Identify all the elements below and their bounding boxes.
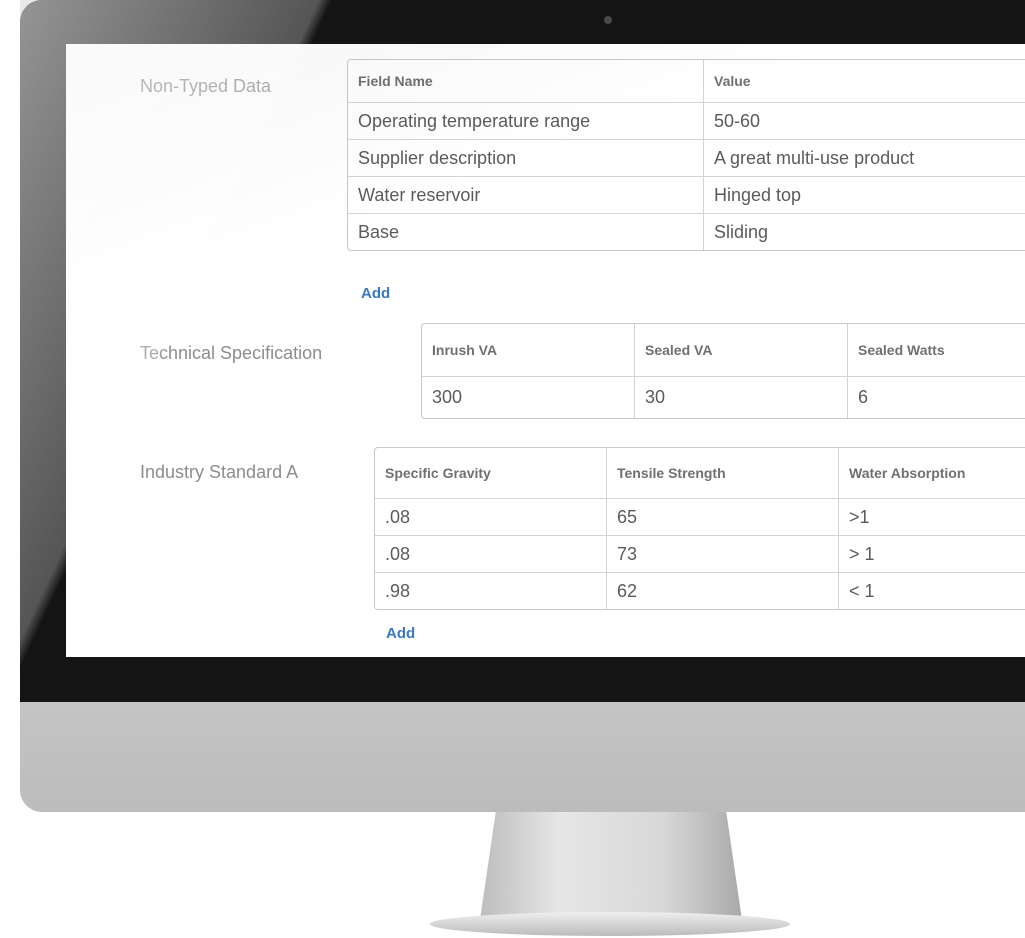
table-row: .98 62 < 1 xyxy=(375,572,1025,609)
technical-specification-label: Technical Specification xyxy=(140,343,323,363)
field-name-cell: Water reservoir xyxy=(348,176,703,213)
water-absorption-cell: >1 xyxy=(838,498,1025,535)
imac-monitor: Non-Typed Data Field Name Value Operatin… xyxy=(20,0,1025,812)
column-header: Tensile Strength xyxy=(606,448,838,498)
table-header-row: Specific Gravity Tensile Strength Water … xyxy=(375,448,1025,498)
table-header-row: Field Name Value xyxy=(348,60,1025,102)
table-row: 300 30 6 xyxy=(422,376,1025,418)
water-absorption-cell: > 1 xyxy=(838,535,1025,572)
value-cell: Sliding xyxy=(703,213,1025,250)
column-header: Water Absorption xyxy=(838,448,1025,498)
industry-standard-add-link[interactable]: Add xyxy=(386,625,415,642)
camera-icon xyxy=(604,16,612,24)
specific-gravity-cell: .08 xyxy=(375,535,606,572)
field-name-cell: Base xyxy=(348,213,703,250)
table-header-row: Inrush VA Sealed VA Sealed Watts xyxy=(422,324,1025,376)
water-absorption-cell: < 1 xyxy=(838,572,1025,609)
field-name-cell: Operating temperature range xyxy=(348,102,703,139)
technical-specification-table: Inrush VA Sealed VA Sealed Watts 300 30 … xyxy=(421,323,1025,419)
specific-gravity-cell: .98 xyxy=(375,572,606,609)
value-cell: 50-60 xyxy=(703,102,1025,139)
non-typed-data-label: Non-Typed Data xyxy=(140,76,272,96)
value-cell: Hinged top xyxy=(703,176,1025,213)
specific-gravity-cell: .08 xyxy=(375,498,606,535)
table-row: Operating temperature range 50-60 xyxy=(348,102,1025,139)
tensile-strength-cell: 73 xyxy=(606,535,838,572)
sealed-va-cell: 30 xyxy=(634,376,847,418)
non-typed-data-table: Field Name Value Operating temperature r… xyxy=(347,59,1025,251)
field-name-cell: Supplier description xyxy=(348,139,703,176)
industry-standard-table: Specific Gravity Tensile Strength Water … xyxy=(374,447,1025,610)
monitor-bezel: Non-Typed Data Field Name Value Operatin… xyxy=(20,0,1025,702)
column-header: Field Name xyxy=(358,73,433,89)
column-header: Inrush VA xyxy=(432,342,498,358)
table-row: .08 73 > 1 xyxy=(375,535,1025,572)
column-header: Value xyxy=(703,60,1025,102)
sealed-watts-cell: 6 xyxy=(847,376,1025,418)
monitor-stand-base xyxy=(430,912,790,936)
table-row: Water reservoir Hinged top xyxy=(348,176,1025,213)
inrush-va-cell: 300 xyxy=(422,376,634,418)
tensile-strength-cell: 62 xyxy=(606,572,838,609)
monitor-chin xyxy=(20,702,1025,812)
column-header: Specific Gravity xyxy=(385,465,491,481)
monitor-screen: Non-Typed Data Field Name Value Operatin… xyxy=(66,44,1025,657)
column-header: Sealed VA xyxy=(634,324,847,376)
non-typed-add-link[interactable]: Add xyxy=(361,285,390,302)
monitor-stand xyxy=(480,812,742,920)
column-header: Sealed Watts xyxy=(847,324,1025,376)
table-row: Supplier description A great multi-use p… xyxy=(348,139,1025,176)
tensile-strength-cell: 65 xyxy=(606,498,838,535)
table-row: .08 65 >1 xyxy=(375,498,1025,535)
value-cell: A great multi-use product xyxy=(703,139,1025,176)
industry-standard-label: Industry Standard A xyxy=(140,462,299,482)
table-row: Base Sliding xyxy=(348,213,1025,250)
